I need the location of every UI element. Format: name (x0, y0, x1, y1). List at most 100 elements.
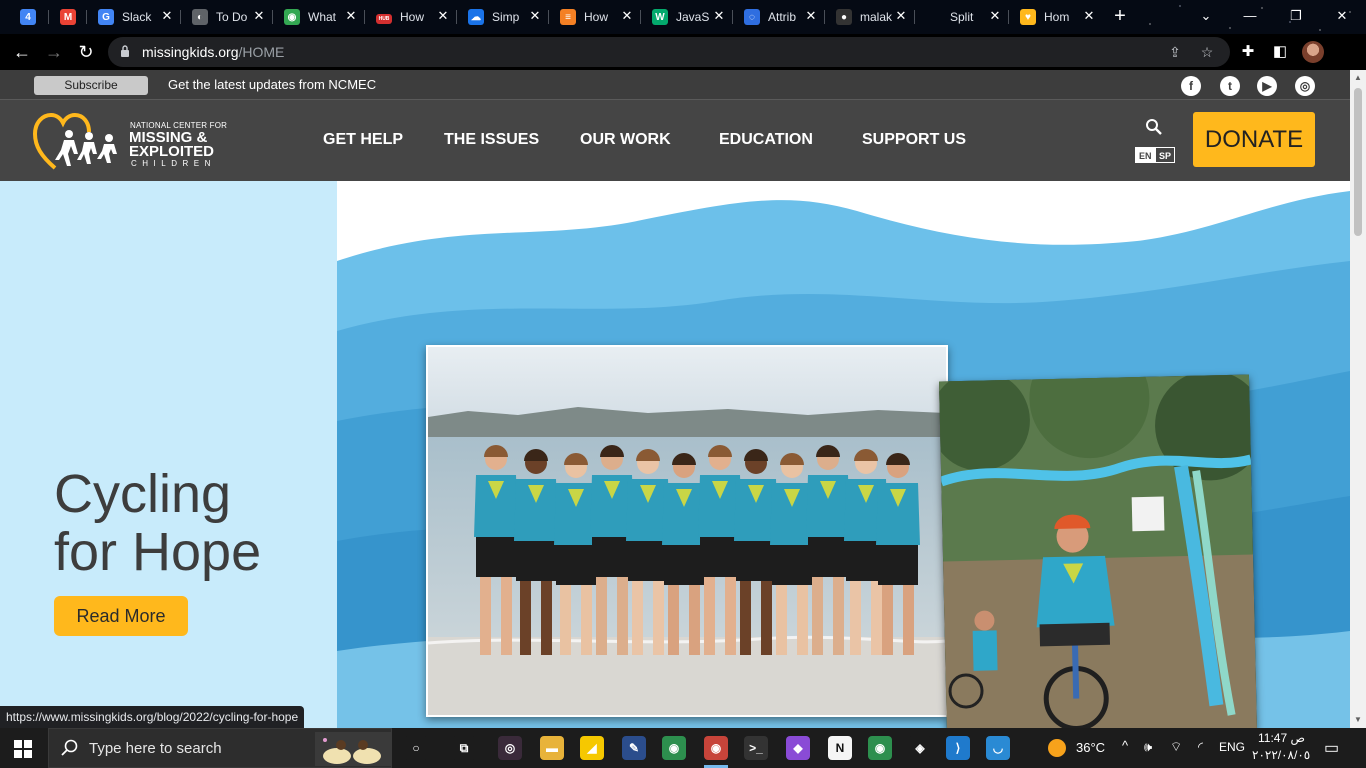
media-icon[interactable]: ◎ (498, 736, 522, 760)
logo-wordmark: MISSING & EXPLOITED (129, 129, 215, 160)
close-tab-icon[interactable]: ✕ (252, 9, 266, 23)
chrome-profile-icon[interactable]: ◉ (704, 736, 728, 760)
network-icon[interactable]: ⌔ (1170, 739, 1182, 755)
hero-text-panel: Cycling for Hope Read More (0, 181, 337, 728)
browser-tab[interactable]: 4 (12, 0, 50, 34)
browser-tab[interactable]: ◉ What ✕ (276, 0, 366, 34)
close-tab-icon[interactable]: ✕ (894, 9, 908, 23)
browser-tab[interactable]: W JavaS ✕ (644, 0, 734, 34)
back-button[interactable]: ← (10, 40, 34, 64)
close-tab-icon[interactable]: ✕ (1082, 9, 1096, 23)
close-tab-icon[interactable]: ✕ (988, 9, 1002, 23)
tab-separator (824, 10, 825, 24)
utility-bar: Subscribe Get the latest updates from NC… (0, 70, 1350, 100)
share-icon[interactable]: ⇪ (1166, 43, 1184, 61)
lock-icon[interactable] (120, 45, 130, 57)
minimize-button[interactable]: — (1238, 6, 1262, 26)
vscode-icon[interactable]: ⟩ (946, 736, 970, 760)
donate-button[interactable]: DONATE (1193, 112, 1315, 167)
scroll-down-arrow-icon[interactable]: ▼ (1354, 716, 1362, 724)
browser-tab[interactable]: ◌ Attrib ✕ (736, 0, 826, 34)
nav-education[interactable]: EDUCATION (719, 131, 813, 149)
weather-sun-icon[interactable] (1048, 739, 1066, 757)
wifi-icon[interactable]: ◜ (1198, 739, 1203, 755)
paint-icon[interactable]: ✎ (622, 736, 646, 760)
hero-title: Cycling for Hope (54, 464, 262, 582)
clock-date[interactable]: ٢٠٢٢/٠٨/٠٥ (1252, 748, 1310, 762)
extensions-icon[interactable]: ✚ (1238, 42, 1258, 62)
search-highlight-illustration-icon (315, 732, 391, 766)
bookmark-star-icon[interactable]: ☆ (1198, 43, 1216, 61)
side-panel-icon[interactable]: ◧ (1270, 42, 1290, 62)
close-tab-icon[interactable]: ✕ (528, 9, 542, 23)
rider-finish-photo[interactable] (939, 374, 1257, 728)
notifications-icon[interactable]: ▭ (1324, 738, 1339, 758)
sticky-notes-icon[interactable]: ◢ (580, 736, 604, 760)
taskbar-search-box[interactable]: Type here to search (48, 728, 392, 768)
close-tab-icon[interactable]: ✕ (712, 9, 726, 23)
browser-tab[interactable]: G Slack ✕ (90, 0, 182, 34)
forward-button[interactable]: → (42, 40, 66, 64)
nav-our-work[interactable]: OUR WORK (580, 131, 671, 149)
browser-tab[interactable]: ◐ To Do ✕ (184, 0, 274, 34)
lang-en-button[interactable]: EN (1135, 147, 1156, 163)
team-beach-image (427, 347, 947, 715)
browser-tab[interactable]: M (52, 0, 88, 34)
windows-start-icon[interactable] (14, 740, 32, 758)
browser-tab[interactable]: HUB How ✕ (368, 0, 458, 34)
profile-avatar[interactable] (1302, 41, 1324, 63)
google-icon: G (98, 9, 114, 25)
terminal-icon[interactable]: >_ (744, 736, 768, 760)
clock-time[interactable]: 11:47 ص (1258, 731, 1305, 745)
figma-icon[interactable]: ◈ (908, 736, 932, 760)
instagram-icon[interactable]: ◎ (1295, 76, 1315, 96)
volume-icon[interactable]: 🕪 (1144, 739, 1152, 755)
chrome-canary-icon[interactable]: ◉ (868, 736, 892, 760)
browser-tab[interactable]: Split ✕ (918, 0, 1010, 34)
ncmec-logo[interactable]: NATIONAL CENTER FOR MISSING & EXPLOITED C… (32, 112, 238, 170)
address-bar[interactable]: missingkids.org/HOME ⇪ ☆ (108, 37, 1230, 67)
close-window-button[interactable]: ✕ (1330, 6, 1354, 26)
browser-tab[interactable]: ≡ How ✕ (552, 0, 642, 34)
close-tab-icon[interactable]: ✕ (436, 9, 450, 23)
cortana-icon[interactable]: ○ (404, 736, 428, 760)
close-tab-icon[interactable]: ✕ (620, 9, 634, 23)
twitter-icon[interactable]: t (1220, 76, 1240, 96)
facebook-icon[interactable]: f (1181, 76, 1201, 96)
new-tab-button[interactable]: + (1110, 6, 1130, 26)
browser-tab[interactable]: ☁ Simp ✕ (460, 0, 550, 34)
show-hidden-icons-icon[interactable]: ^ (1122, 738, 1128, 753)
close-tab-icon[interactable]: ✕ (344, 9, 358, 23)
input-language[interactable]: ENG (1219, 740, 1245, 754)
site-search-icon[interactable] (1145, 118, 1163, 136)
scroll-up-arrow-icon[interactable]: ▲ (1354, 74, 1362, 82)
weather-temperature[interactable]: 36°C (1076, 740, 1105, 755)
task-view-icon[interactable]: ⧉ (452, 736, 476, 760)
browser-tab[interactable]: ● malak ✕ (828, 0, 916, 34)
utility-tagline: Get the latest updates from NCMEC (168, 77, 377, 92)
nav-the-issues[interactable]: THE ISSUES (444, 131, 539, 149)
drop-icon[interactable]: ◆ (786, 736, 810, 760)
tab-search-icon[interactable]: ⌄ (1194, 6, 1218, 26)
team-beach-photo[interactable] (426, 345, 948, 717)
nav-get-help[interactable]: GET HELP (323, 131, 403, 149)
tab-title: How (584, 10, 609, 24)
lang-sp-button[interactable]: SP (1155, 147, 1176, 163)
close-tab-icon[interactable]: ✕ (804, 9, 818, 23)
youtube-icon[interactable]: ▶ (1257, 76, 1277, 96)
edge-icon[interactable]: ◡ (986, 736, 1010, 760)
tab-separator (272, 10, 273, 24)
subscribe-button[interactable]: Subscribe (34, 76, 148, 95)
chrome-icon[interactable]: ◉ (662, 736, 686, 760)
browser-tab[interactable]: ♥ Hom ✕ (1012, 0, 1104, 34)
close-tab-icon[interactable]: ✕ (160, 9, 174, 23)
tab-separator (180, 10, 181, 24)
reload-button[interactable]: ↻ (74, 40, 98, 64)
read-more-button[interactable]: Read More (54, 596, 188, 636)
notion-icon[interactable]: N (828, 736, 852, 760)
page-scrollbar[interactable]: ▲ ▼ (1350, 70, 1366, 728)
file-explorer-icon[interactable]: ▬ (540, 736, 564, 760)
nav-support-us[interactable]: SUPPORT US (862, 131, 966, 149)
maximize-button[interactable]: ❐ (1284, 6, 1308, 26)
scrollbar-thumb[interactable] (1354, 88, 1362, 236)
